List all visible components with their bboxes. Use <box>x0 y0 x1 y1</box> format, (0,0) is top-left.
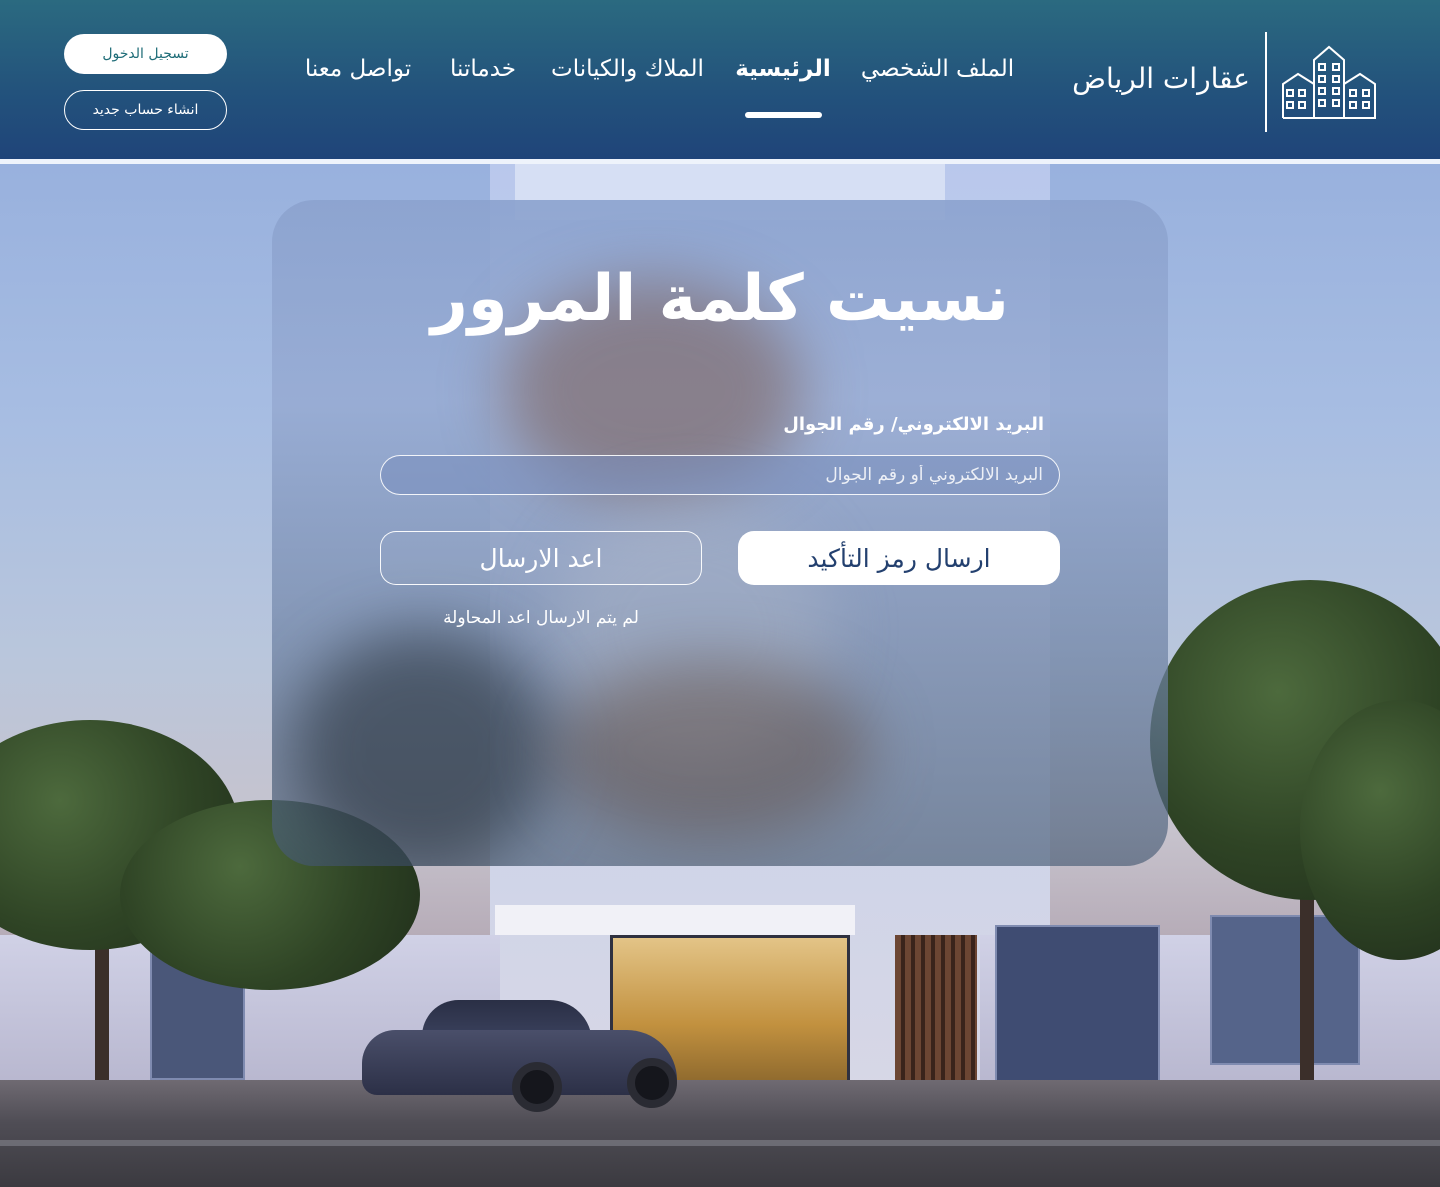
register-button[interactable]: انشاء حساب جديد <box>64 90 227 130</box>
gate-main <box>995 925 1160 1085</box>
buildings-icon[interactable] <box>1280 44 1378 120</box>
balcony-slab <box>495 905 855 935</box>
nav-services[interactable]: خدماتنا <box>443 56 523 82</box>
car <box>362 1000 677 1112</box>
logo-divider <box>1265 32 1267 132</box>
send-code-button[interactable]: ارسال رمز التأكيد <box>738 531 1060 585</box>
brand-name[interactable]: عقارات الرياض <box>1050 62 1250 95</box>
nav-profile[interactable]: الملف الشخصي <box>855 56 1020 82</box>
street <box>0 1080 1440 1187</box>
nav-active-indicator <box>745 112 822 118</box>
header-divider <box>0 159 1440 164</box>
retry-note: لم يتم الارسال اعد المحاولة <box>443 608 639 628</box>
road-line <box>0 1140 1440 1146</box>
card-blur <box>292 630 552 866</box>
nav-owners-entities[interactable]: الملاك والكيانات <box>540 56 715 82</box>
car-wheel <box>627 1058 677 1108</box>
email-phone-label: البريد الالكتروني/ رقم الجوال <box>783 414 1044 435</box>
card-blur <box>552 660 872 840</box>
nav-home[interactable]: الرئيسية <box>733 56 833 82</box>
gate-right <box>1210 915 1360 1065</box>
resend-button[interactable]: اعد الارسال <box>380 531 702 585</box>
wood-slats <box>895 935 977 1085</box>
email-phone-input[interactable] <box>380 455 1060 495</box>
login-button[interactable]: تسجيل الدخول <box>64 34 227 74</box>
car-wheel <box>512 1062 562 1112</box>
page-title: نسيت كلمة المرور <box>431 262 1009 336</box>
nav-contact[interactable]: تواصل معنا <box>298 56 418 82</box>
